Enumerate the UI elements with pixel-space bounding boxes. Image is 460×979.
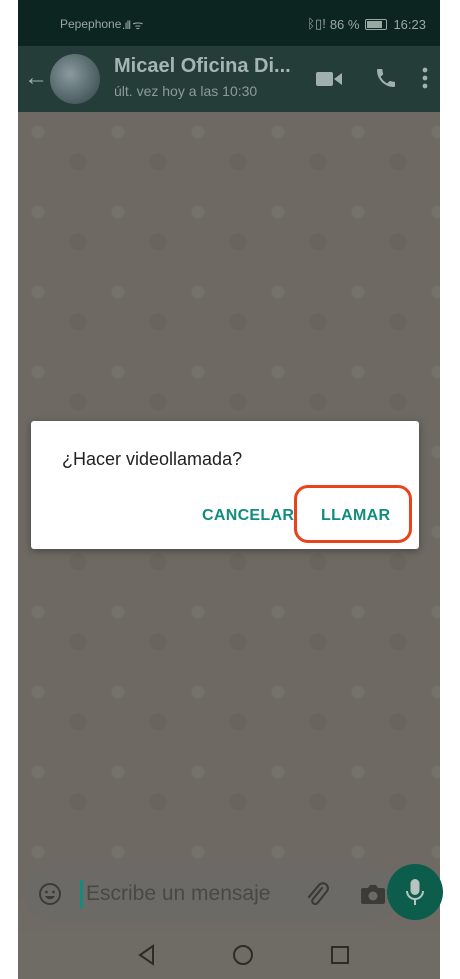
navigation-bar (18, 932, 440, 979)
chat-header: ← Micael Oficina Di... últ. vez hoy a la… (18, 46, 440, 112)
text-cursor (80, 880, 83, 908)
mic-button[interactable] (387, 864, 443, 920)
battery-icon (365, 18, 388, 30)
emoji-icon[interactable] (38, 882, 62, 906)
mic-icon (406, 879, 424, 905)
last-seen-text: últ. vez hoy a las 10:30 (114, 83, 258, 99)
contact-name[interactable]: Micael Oficina Di... (114, 55, 291, 78)
status-right: ᛒ▯! 86 % 16:23 (307, 16, 426, 32)
call-button[interactable]: LLAMAR (321, 507, 390, 525)
camera-icon[interactable] (360, 882, 386, 906)
nav-back-icon[interactable] (136, 944, 158, 966)
nav-recent-apps-icon[interactable] (330, 945, 350, 965)
message-input[interactable]: Escribe un mensaje (86, 882, 270, 906)
more-options-icon[interactable] (422, 66, 428, 90)
video-call-icon[interactable] (316, 70, 342, 88)
status-icons: ᛒ▯! (307, 16, 326, 31)
nav-home-icon[interactable] (232, 944, 254, 966)
dialog-title: ¿Hacer videollamada? (62, 449, 243, 469)
status-bar: Pepephone .ıll ᯤ ᛒ▯! 86 % 16:23 (18, 0, 440, 46)
wifi-icon: ᯤ (132, 18, 143, 32)
carrier-name: Pepephone (60, 17, 122, 31)
avatar[interactable] (50, 54, 100, 104)
clock: 16:23 (393, 16, 426, 32)
battery-level: 86 % (329, 16, 360, 32)
attach-icon[interactable] (304, 880, 330, 908)
back-arrow-icon[interactable]: ← (24, 64, 48, 92)
signal-icon: .ıll ᯤ (122, 18, 143, 32)
video-call-dialog: ¿Hacer videollamada? CANCELAR LLAMAR (31, 421, 419, 549)
cancel-button[interactable]: CANCELAR (202, 507, 294, 525)
message-input-bar[interactable]: Escribe un mensaje (24, 866, 398, 922)
voice-call-icon[interactable] (374, 66, 398, 90)
